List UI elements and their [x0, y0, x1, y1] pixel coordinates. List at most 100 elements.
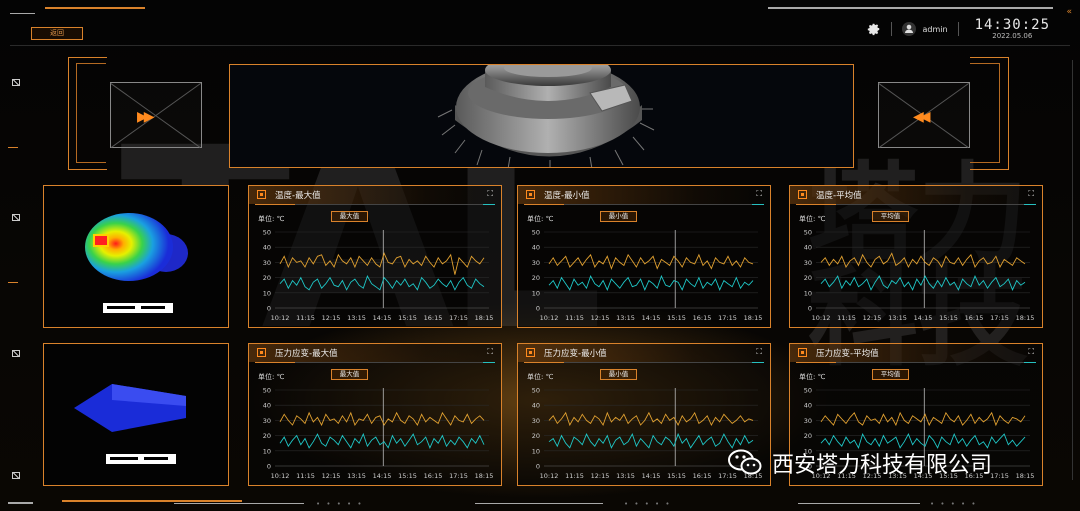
strain-model-view[interactable] — [43, 343, 229, 486]
y-tick-label: 20 — [263, 274, 271, 282]
metric-tag[interactable]: 最大值 — [331, 369, 368, 380]
panel-header-rule — [524, 204, 764, 205]
image-icon — [12, 214, 20, 221]
y-tick-label: 0 — [808, 305, 812, 313]
x-tick-label: 14:15 — [642, 472, 661, 480]
panel-header-rule — [796, 362, 1036, 363]
metric-tag[interactable]: 平均值 — [872, 211, 909, 222]
x-tick-label: 12:15 — [322, 314, 341, 322]
toolbar-separator — [957, 22, 959, 36]
x-tick-label: 18:15 — [475, 314, 494, 322]
series-line-cyan — [548, 274, 754, 291]
x-tick-label: 14:15 — [373, 314, 392, 322]
expand-icon[interactable]: ⛶ — [756, 347, 762, 357]
panel-title: 压力应变-最大值 — [275, 349, 338, 359]
x-tick-label: 16:15 — [965, 314, 984, 322]
line-chart: 50 40 30 20 10 010:12 11:15 12:15 13:15 14:15 15:1… — [804, 229, 1035, 323]
x-tick-label: 13:15 — [347, 472, 366, 480]
bottom-line — [475, 503, 603, 504]
x-tick-label: 16:15 — [424, 472, 443, 480]
x-tick-label: 16:15 — [424, 314, 443, 322]
y-tick-label: 40 — [263, 244, 271, 252]
expand-icon[interactable]: ⛶ — [1028, 189, 1034, 199]
y-tick-label: 10 — [804, 289, 812, 297]
left-bracket-inner — [76, 63, 106, 163]
x-tick-label: 13:15 — [616, 472, 635, 480]
temperature-model-view[interactable] — [43, 185, 229, 328]
x-tick-label: 10:12 — [812, 314, 831, 322]
bottom-line — [798, 503, 920, 504]
x-tick-label: 14:15 — [642, 314, 661, 322]
series-line-cyan — [279, 274, 485, 291]
top-right-toolbar: admin 14:30:25 2022.05.06 — [867, 18, 1050, 40]
x-tick-label: 18:15 — [1016, 472, 1035, 480]
top-left-line — [10, 13, 35, 14]
expand-icon[interactable]: ⛶ — [487, 189, 493, 199]
series-line-cyan — [820, 432, 1026, 449]
chart-panel: 温度-最大值 ⛶ 单位: ℃ 最大值 50 40 30 20 10 0 10:12 11:15 12:1… — [248, 185, 502, 328]
y-tick-label: 50 — [532, 387, 540, 395]
series-line-orange — [279, 411, 485, 427]
y-tick-label: 30 — [532, 417, 540, 425]
panel-icon — [526, 190, 535, 199]
username: admin — [922, 24, 948, 34]
x-tick-label: 12:15 — [863, 314, 882, 322]
panel-icon — [798, 348, 807, 357]
series-line-orange — [820, 411, 1026, 427]
y-tick-label: 0 — [267, 463, 271, 471]
y-tick-label: 10 — [263, 447, 271, 455]
panel-header-rule — [255, 204, 495, 205]
y-tick-label: 40 — [532, 402, 540, 410]
user-menu[interactable]: admin — [902, 22, 948, 36]
x-tick-label: 15:15 — [667, 314, 686, 322]
y-tick-label: 30 — [263, 417, 271, 425]
series-line-orange — [548, 253, 754, 270]
expand-icon[interactable]: ⛶ — [756, 189, 762, 199]
back-button[interactable]: 返回 — [31, 27, 83, 40]
y-tick-label: 20 — [804, 432, 812, 440]
y-tick-label: 30 — [804, 259, 812, 267]
y-tick-label: 10 — [532, 289, 540, 297]
expand-icon[interactable]: ⛶ — [1028, 347, 1034, 357]
x-tick-label: 10:12 — [271, 472, 290, 480]
series-line-cyan — [820, 274, 1026, 291]
x-tick-label: 11:15 — [565, 472, 584, 480]
bottom-accent-line — [62, 500, 242, 502]
panel-title: 温度-最大值 — [275, 191, 321, 201]
x-tick-label: 18:15 — [744, 314, 763, 322]
y-tick-label: 10 — [263, 289, 271, 297]
y-tick-label: 40 — [804, 244, 812, 252]
collapse-chevron-icon[interactable]: « — [1066, 7, 1072, 17]
metric-tag[interactable]: 最小值 — [600, 211, 637, 222]
x-tick-label: 15:15 — [939, 314, 958, 322]
x-tick-label: 15:15 — [398, 472, 417, 480]
next-button[interactable]: ◀◀ — [878, 82, 970, 148]
panel-icon — [526, 348, 535, 357]
y-tick-label: 10 — [532, 447, 540, 455]
expand-icon[interactable]: ⛶ — [487, 347, 493, 357]
x-tick-label: 12:15 — [322, 472, 341, 480]
chart-panel: 温度-平均值 ⛶ 单位: ℃ 平均值 50 40 30 20 10 0 10:12 11:15 12:1… — [789, 185, 1043, 328]
cutter-head-image — [437, 65, 655, 167]
prev-button[interactable]: ▶▶ — [110, 82, 202, 148]
y-tick-label: 0 — [536, 305, 540, 313]
metric-tag[interactable]: 平均值 — [872, 369, 909, 380]
x-tick-label: 15:15 — [398, 314, 417, 322]
gear-icon[interactable] — [867, 22, 881, 36]
clock: 14:30:25 2022.05.06 — [975, 18, 1050, 40]
metric-tag[interactable]: 最小值 — [600, 369, 637, 380]
top-divider — [10, 45, 1070, 46]
panel-header-rule — [524, 362, 764, 363]
panel-icon — [798, 190, 807, 199]
x-tick-label: 14:15 — [914, 314, 933, 322]
x-tick-label: 17:15 — [990, 314, 1009, 322]
x-tick-label: 10:12 — [540, 314, 559, 322]
metric-tag[interactable]: 最大值 — [331, 211, 368, 222]
y-tick-label: 30 — [804, 417, 812, 425]
left-edge-mark — [8, 282, 18, 283]
x-tick-label: 11:15 — [296, 472, 315, 480]
y-tick-label: 20 — [532, 274, 540, 282]
panel-title: 温度-平均值 — [816, 191, 862, 201]
top-right-line — [768, 7, 1053, 9]
right-bracket-inner — [970, 63, 1000, 163]
